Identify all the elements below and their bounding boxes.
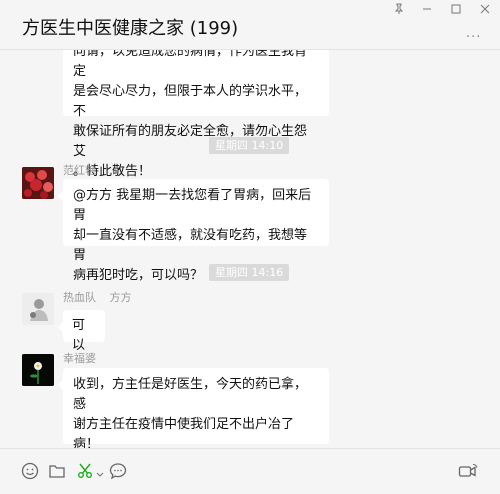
sender-name: 范红艳 [63,164,96,177]
red-flowers-avatar [22,167,54,199]
video-call-icon[interactable] [458,461,478,481]
message-line: 是会尽心尽力，但限于本人的学识水平，不 [73,84,308,119]
avatar[interactable] [22,293,54,325]
close-icon[interactable] [474,3,496,17]
avatar[interactable] [22,354,54,386]
chevron-down-icon[interactable] [96,464,104,484]
more-options-button[interactable]: ··· [466,30,486,45]
folder-icon[interactable] [47,461,67,481]
title-bar: 方医生中医健康之家 (199) ··· [0,0,500,50]
avatar[interactable] [22,167,54,199]
dark-flower-avatar [22,354,54,386]
white-figure-avatar [22,293,54,325]
sender-group-nickname: 方方 [109,291,132,304]
chat-bubble-icon[interactable] [108,461,128,481]
maximize-icon[interactable] [445,3,467,17]
message-line: 向请，以免造成您的病情，作为医生我肯定 [73,50,308,79]
message-bubble[interactable]: 向请，以免造成您的病情，作为医生我肯定 是会尽心尽力，但限于本人的学识水平，不 … [63,50,329,179]
message-bubble[interactable]: @方方 我星期一去找您看了胃病，回来后胃 却一直没有不适感，就没有吃药，我想等胃… [58,179,329,283]
message-list[interactable]: 向请，以免造成您的病情，作为医生我肯定 是会尽心尽力，但限于本人的学识水平，不 … [0,50,500,448]
message-line: 却一直没有不适感，就没有吃药，我想等胃 [73,228,308,263]
message-line: 谢方主任在疫情中使我们足不出户冶了病！ [73,417,295,448]
timestamp: 星期四 14:10 [209,137,290,154]
message-bubble[interactable]: 收到，方主任是好医生，今天的药已拿，感 谢方主任在疫情中使我们足不出户冶了病！ … [58,368,329,448]
message-line: 收到，方主任是好医生，今天的药已拿，感 [73,377,308,412]
timestamp: 星期四 14:16 [209,264,290,281]
message-line: @方方 我星期一去找您看了胃病，回来后胃 [73,188,312,223]
minimize-icon[interactable] [416,3,438,17]
sender-name: 幸福婆 [63,352,96,365]
input-toolbar [0,448,500,494]
chat-title: 方医生中医健康之家 (199) [22,18,239,39]
emoji-icon[interactable] [20,461,40,481]
pin-icon[interactable] [388,3,410,17]
message-bubble[interactable]: 可以 [58,310,105,353]
sender-name: 热血队 方方 [63,291,132,304]
scissors-icon[interactable] [76,461,96,481]
